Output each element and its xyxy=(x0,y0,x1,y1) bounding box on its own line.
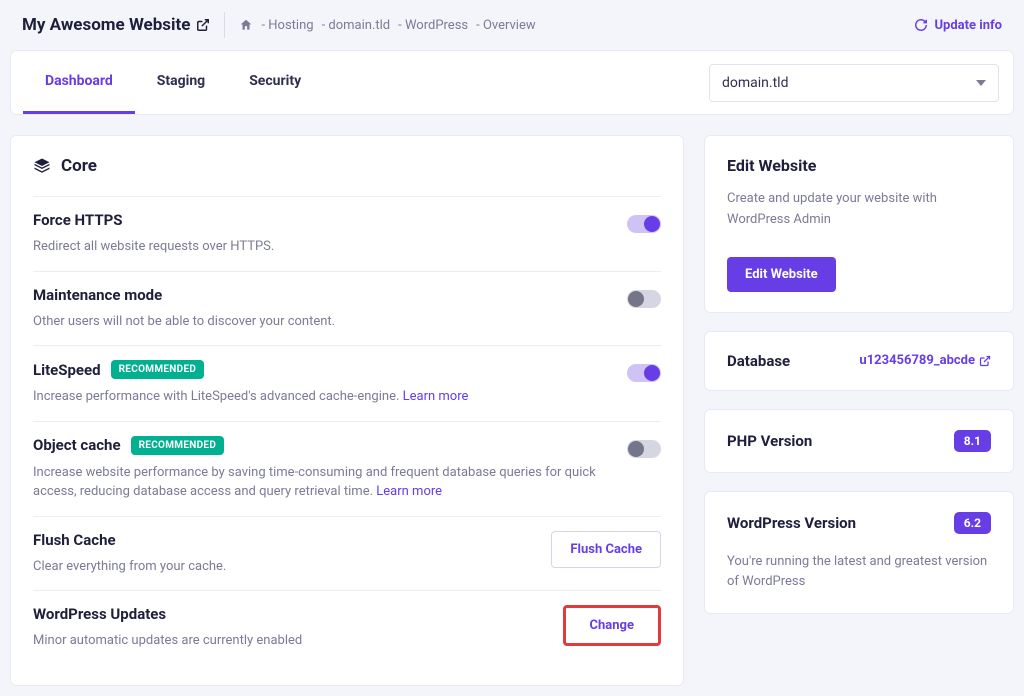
site-title: My Awesome Website xyxy=(22,15,210,35)
edit-website-desc: Create and update your website with Word… xyxy=(727,189,991,231)
php-version-card: PHP Version 8.1 xyxy=(704,409,1014,473)
edit-website-card: Edit Website Create and update your webs… xyxy=(704,135,1014,313)
tab-dashboard[interactable]: Dashboard xyxy=(23,51,135,114)
row-title: LiteSpeed RECOMMENDED xyxy=(33,360,611,379)
change-button[interactable]: Change xyxy=(563,605,661,646)
row-title: Flush Cache xyxy=(33,531,535,549)
row-object-cache: Object cache RECOMMENDED Increase websit… xyxy=(33,421,661,516)
php-version-label: PHP Version xyxy=(727,432,812,450)
toggle-object-cache[interactable] xyxy=(627,440,661,458)
row-desc-text: Increase website performance by saving t… xyxy=(33,465,596,500)
database-value: u123456789_abcde xyxy=(859,353,975,368)
row-desc: Redirect all website requests over HTTPS… xyxy=(33,237,611,257)
breadcrumb-item[interactable]: - Overview xyxy=(476,18,536,33)
learn-more-link[interactable]: Learn more xyxy=(376,484,442,499)
row-desc: Clear everything from your cache. xyxy=(33,557,535,577)
toggle-force-https[interactable] xyxy=(627,215,661,233)
row-desc: Other users will not be able to discover… xyxy=(33,312,611,332)
domain-select[interactable]: domain.tld xyxy=(709,64,999,102)
tab-label: Dashboard xyxy=(45,73,113,89)
row-title-text: LiteSpeed xyxy=(33,361,101,379)
domain-select-value: domain.tld xyxy=(722,75,788,91)
badge-recommended: RECOMMENDED xyxy=(131,436,225,455)
database-link[interactable]: u123456789_abcde xyxy=(859,353,991,368)
row-force-https: Force HTTPS Redirect all website request… xyxy=(33,196,661,271)
tab-security[interactable]: Security xyxy=(227,51,323,114)
tab-staging[interactable]: Staging xyxy=(135,51,227,114)
core-card: Core Force HTTPS Redirect all website re… xyxy=(10,135,684,686)
php-version-value: 8.1 xyxy=(954,430,991,452)
database-card: Database u123456789_abcde xyxy=(704,331,1014,391)
row-desc: Increase website performance by saving t… xyxy=(33,463,611,502)
external-link-icon xyxy=(979,355,991,367)
update-info-label: Update info xyxy=(934,18,1002,33)
breadcrumb-item[interactable]: - domain.tld xyxy=(322,18,391,33)
core-header: Core xyxy=(33,156,661,176)
tabs: Dashboard Staging Security xyxy=(23,51,323,114)
toggle-maintenance[interactable] xyxy=(627,290,661,308)
badge-recommended: RECOMMENDED xyxy=(111,360,205,379)
chevron-down-icon xyxy=(976,78,986,88)
edit-website-title: Edit Website xyxy=(727,156,991,175)
tab-label: Staging xyxy=(157,73,205,89)
row-wp-updates: WordPress Updates Minor automatic update… xyxy=(33,590,661,665)
row-title: Object cache RECOMMENDED xyxy=(33,436,611,455)
external-link-icon[interactable] xyxy=(196,18,210,32)
home-icon[interactable] xyxy=(239,18,253,32)
row-title: Maintenance mode xyxy=(33,286,611,304)
wp-version-value: 6.2 xyxy=(954,512,991,534)
learn-more-link[interactable]: Learn more xyxy=(403,389,469,404)
wp-version-label: WordPress Version xyxy=(727,514,856,532)
row-title: WordPress Updates xyxy=(33,605,547,623)
row-title: Force HTTPS xyxy=(33,211,611,229)
row-flush-cache: Flush Cache Clear everything from your c… xyxy=(33,516,661,591)
site-title-text: My Awesome Website xyxy=(22,15,190,35)
wp-version-note: You're running the latest and greatest v… xyxy=(727,552,991,594)
edit-website-button[interactable]: Edit Website xyxy=(727,257,836,292)
breadcrumb-item[interactable]: - WordPress xyxy=(398,18,468,33)
refresh-icon xyxy=(914,18,928,32)
wp-version-card: WordPress Version 6.2 You're running the… xyxy=(704,491,1014,615)
row-title-text: Object cache xyxy=(33,436,121,454)
update-info-button[interactable]: Update info xyxy=(914,18,1002,33)
row-desc: Increase performance with LiteSpeed's ad… xyxy=(33,387,611,407)
row-desc-text: Increase performance with LiteSpeed's ad… xyxy=(33,389,399,404)
row-maintenance: Maintenance mode Other users will not be… xyxy=(33,271,661,346)
layers-icon xyxy=(33,157,51,175)
flush-cache-button[interactable]: Flush Cache xyxy=(551,531,661,568)
separator xyxy=(224,12,225,38)
breadcrumb-item[interactable]: - Hosting xyxy=(261,18,313,33)
toggle-litespeed[interactable] xyxy=(627,364,661,382)
row-litespeed: LiteSpeed RECOMMENDED Increase performan… xyxy=(33,345,661,421)
core-title: Core xyxy=(61,156,97,176)
row-desc: Minor automatic updates are currently en… xyxy=(33,631,547,651)
tabs-card: Dashboard Staging Security domain.tld xyxy=(10,50,1014,115)
tab-label: Security xyxy=(249,73,301,89)
database-label: Database xyxy=(727,352,790,370)
breadcrumb: - Hosting - domain.tld - WordPress - Ove… xyxy=(239,18,535,33)
